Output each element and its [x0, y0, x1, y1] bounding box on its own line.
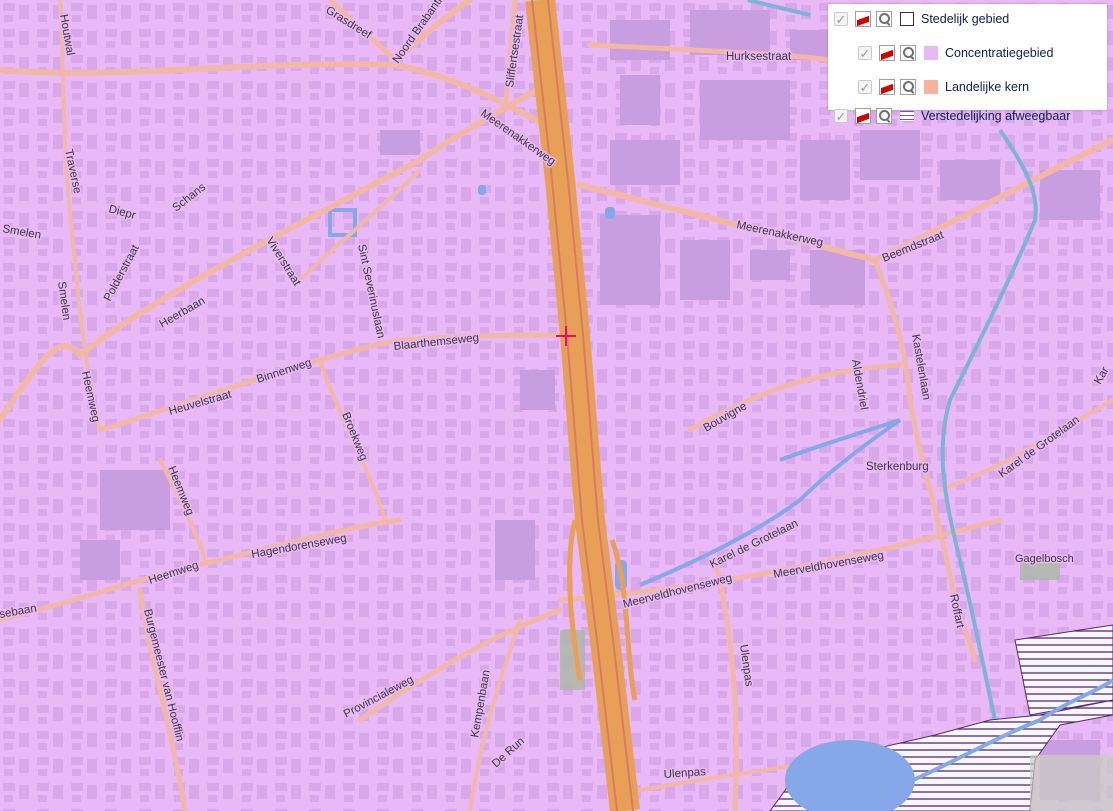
style-icon[interactable]: [879, 45, 895, 61]
legend-swatch-lines: [900, 111, 914, 121]
legend-label-concentratiegebied: Concentratiegebied: [945, 46, 1054, 60]
legend-row-verstedelijking-afweegbaar: ✓ Verstedelijking afweegbaar: [834, 106, 1070, 126]
zoom-icon[interactable]: [900, 45, 916, 61]
style-icon[interactable]: [855, 108, 871, 124]
legend-label-verstedelijking-afweegbaar: Verstedelijking afweegbaar: [921, 109, 1071, 123]
zoom-icon[interactable]: [900, 79, 916, 95]
legend-swatch-fill: [924, 80, 938, 94]
checkbox-icon[interactable]: ✓: [834, 109, 848, 124]
zoom-icon[interactable]: [876, 11, 892, 27]
style-icon[interactable]: [879, 79, 895, 95]
legend-swatch-fill: [924, 46, 938, 60]
label-hurksestraat: Hurksestraat: [726, 51, 792, 63]
legend-swatch-box: [900, 12, 914, 26]
style-icon[interactable]: [855, 11, 871, 27]
field-green: [1030, 755, 1113, 811]
legend-row-concentratiegebied: ✓ Concentratiegebied: [858, 43, 1053, 63]
legend-label-stedelijk-gebied: Stedelijk gebied: [921, 12, 1010, 26]
zoom-icon[interactable]: [876, 108, 892, 124]
legend-label-landelijke-kern: Landelijke kern: [945, 80, 1030, 94]
legend-row-stedelijk-gebied: ✓ Stedelijk gebied: [834, 9, 1009, 29]
checkbox-icon[interactable]: ✓: [858, 46, 872, 61]
legend-panel: ✓ Stedelijk gebied ✓ Concentratiegebied …: [828, 4, 1107, 124]
legend-row-landelijke-kern: ✓ Landelijke kern: [858, 77, 1029, 97]
checkbox-icon[interactable]: ✓: [834, 12, 848, 27]
checkbox-icon[interactable]: ✓: [858, 80, 872, 95]
label-gagelbosch: Gagelbosch: [1015, 553, 1074, 565]
label-sterkenburg: Sterkenburg: [866, 461, 929, 473]
